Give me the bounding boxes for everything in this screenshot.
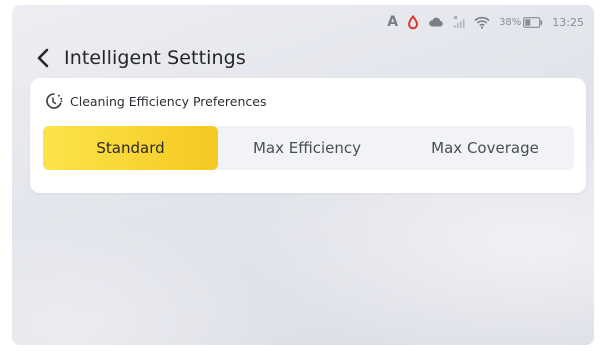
- back-button[interactable]: [32, 46, 54, 70]
- cloud-icon: [428, 16, 444, 28]
- wifi-icon: [474, 16, 490, 29]
- battery-icon: [523, 16, 543, 28]
- cleaning-efficiency-card: Cleaning Efficiency Preferences Standard…: [30, 78, 586, 193]
- drop-icon: [407, 14, 419, 30]
- option-max-coverage[interactable]: Max Coverage: [396, 126, 574, 170]
- status-bar: A 38% 13:25: [387, 13, 584, 31]
- page-title: Intelligent Settings: [64, 47, 246, 69]
- option-standard[interactable]: Standard: [43, 126, 218, 170]
- efficiency-segmented-control: Standard Max Efficiency Max Coverage: [43, 126, 574, 170]
- battery-indicator: 38%: [499, 17, 543, 28]
- battery-percent: 38%: [499, 16, 522, 28]
- no-signal-icon: [453, 15, 465, 29]
- page-header: Intelligent Settings: [32, 43, 246, 73]
- status-indicator-a: A: [387, 14, 399, 30]
- cleaning-efficiency-icon: [44, 92, 64, 110]
- option-max-efficiency[interactable]: Max Efficiency: [218, 126, 396, 170]
- device-screen: A 38% 13:25 Intelligent Settings Cleanin…: [12, 5, 594, 345]
- clock-time: 13:25: [552, 15, 584, 29]
- card-header: Cleaning Efficiency Preferences: [44, 92, 266, 110]
- card-title: Cleaning Efficiency Preferences: [70, 93, 267, 109]
- chevron-left-icon: [37, 48, 49, 68]
